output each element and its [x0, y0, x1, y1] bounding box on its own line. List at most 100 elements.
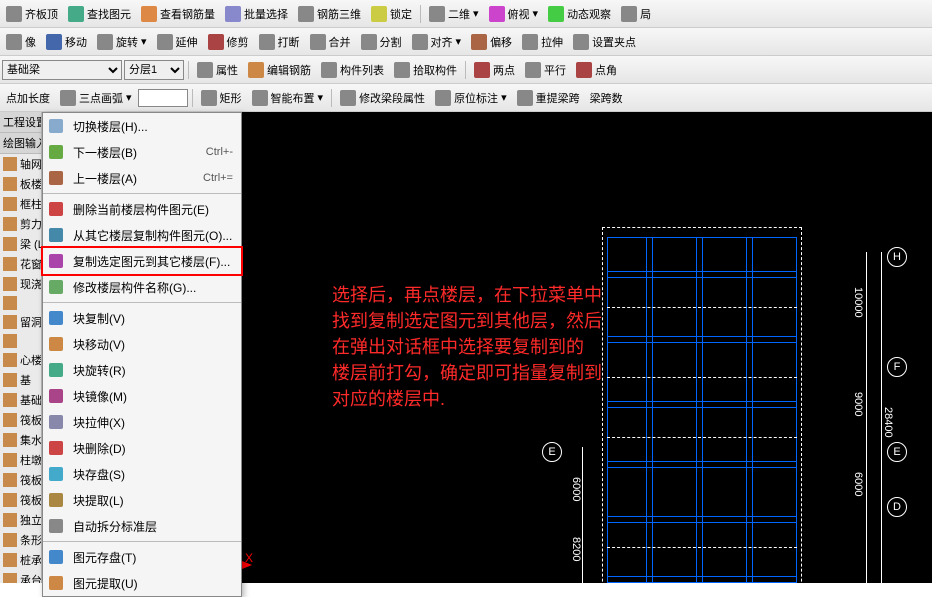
tb-extend[interactable]: 延伸 [153, 32, 202, 52]
tb-point-length[interactable]: 点加长度 [2, 88, 54, 108]
tb-rotate[interactable]: 旋转 ▾ [93, 32, 151, 52]
lp-item[interactable]: 剪力墙 [0, 214, 42, 234]
lp-item[interactable]: 基础梁 [0, 390, 42, 410]
menu-label: 块提取(L) [73, 492, 233, 509]
tb-stretch[interactable]: 拉伸 [518, 32, 567, 52]
menu-item[interactable]: 从其它楼层复制构件图元(O)... [43, 222, 241, 248]
menu-item[interactable]: 图元提取(U) [43, 570, 241, 596]
tb-align-top[interactable]: 齐板顶 [2, 4, 62, 24]
axis-f: F [887, 357, 907, 377]
menu-label: 块移动(V) [73, 336, 233, 353]
lp-item[interactable]: 板楼基 [0, 174, 42, 194]
lp-item[interactable] [0, 294, 42, 312]
tb-2d[interactable]: 二维 ▾ [425, 4, 483, 24]
menu-item[interactable]: 下一楼层(B)Ctrl+- [43, 139, 241, 165]
menu-item[interactable]: 块镜像(M) [43, 383, 241, 409]
layer-select[interactable]: 分层1 [124, 60, 184, 80]
menu-item[interactable]: 块提取(L) [43, 487, 241, 513]
tb-top-view[interactable]: 俯视 ▾ [485, 4, 543, 24]
tb-annotate[interactable]: 原位标注 ▾ [431, 88, 511, 108]
floor-plan: H F E D B A E A 10000 9000 6000 2100 420… [532, 227, 912, 583]
tb-component-list[interactable]: 构件列表 [317, 60, 388, 80]
tb-modify-beam[interactable]: 修改梁段属性 [336, 88, 429, 108]
floor-context-menu: 切换楼层(H)...下一楼层(B)Ctrl+-上一楼层(A)Ctrl+= 删除当前… [42, 112, 242, 597]
tb-rect[interactable]: 矩形 [197, 88, 246, 108]
up-floor-icon [47, 169, 65, 187]
menu-item[interactable]: 块存盘(S) [43, 461, 241, 487]
menu-item[interactable]: 复制选定图元到其它楼层(F)... [41, 246, 243, 276]
menu-item[interactable]: 图元存盘(T) [43, 544, 241, 570]
rename-icon [47, 278, 65, 296]
tb-find-element[interactable]: 查找图元 [64, 4, 135, 24]
lp-item[interactable]: 花窗板 [0, 254, 42, 274]
tb-break[interactable]: 打断 [255, 32, 304, 52]
tb-lock[interactable]: 锁定 [367, 4, 416, 24]
lp-item-label: 基 [20, 372, 31, 388]
menu-item[interactable]: 块删除(D) [43, 435, 241, 461]
tb-batch-select[interactable]: 批量选择 [221, 4, 292, 24]
lp-item-label: 轴网(J) [20, 156, 42, 172]
lp-item[interactable]: 集水坑 [0, 430, 42, 450]
axis-e-r: E [887, 442, 907, 462]
lp-item[interactable]: 框柱(Q) [0, 194, 42, 214]
menu-item[interactable]: 切换楼层(H)... [43, 113, 241, 139]
component-icon [3, 493, 17, 507]
local-icon [621, 6, 637, 22]
component-icon [3, 277, 17, 291]
menu-item[interactable]: 修改楼层构件名称(G)... [43, 274, 241, 300]
trim-icon [208, 34, 224, 50]
tb-orbit[interactable]: 动态观察 [544, 4, 615, 24]
tb-trim[interactable]: 修剪 [204, 32, 253, 52]
lp-item-label: 承台梁 ( [20, 572, 42, 583]
menu-item[interactable]: 块拉伸(X) [43, 409, 241, 435]
tb-smart[interactable]: 智能布置 ▾ [248, 88, 328, 108]
menu-item[interactable]: 块移动(V) [43, 331, 241, 357]
lp-item[interactable]: 梁 (L) [0, 234, 42, 254]
lp-item[interactable]: 独立基础(D) [0, 510, 42, 530]
lp-item[interactable]: 基 [0, 370, 42, 390]
lp-item[interactable]: 心楼盖 [0, 350, 42, 370]
tb-move[interactable]: 移动 [42, 32, 91, 52]
lp-item[interactable]: 筏板主筋(R) [0, 470, 42, 490]
tb-align[interactable]: 对齐 ▾ [408, 32, 466, 52]
menu-item[interactable]: 删除当前楼层构件图元(E) [43, 196, 241, 222]
lp-item-label: 筏板基 [20, 412, 42, 428]
lp-item[interactable]: 筏板负筋(X) [0, 490, 42, 510]
component-icon [3, 573, 17, 583]
menu-item[interactable]: 自动拆分标准层 [43, 513, 241, 539]
2d-icon [429, 6, 445, 22]
lp-item[interactable]: 筏板基 [0, 410, 42, 430]
tb-span-count[interactable]: 梁跨数 [586, 88, 627, 108]
tb-offset[interactable]: 偏移 [467, 32, 516, 52]
lp-item[interactable]: 现浇板 [0, 274, 42, 294]
lp-item[interactable]: 柱墩 ( [0, 450, 42, 470]
tb-point-angle[interactable]: 点角 [572, 60, 621, 80]
tb-respan[interactable]: 重提梁跨 [513, 88, 584, 108]
component-type-select[interactable]: 基础梁 [2, 60, 122, 80]
tb-merge[interactable]: 合并 [306, 32, 355, 52]
tb-view-rebar[interactable]: 查看钢筋量 [137, 4, 219, 24]
lp-item[interactable]: 条形基础(T) [0, 530, 42, 550]
tb-pick[interactable]: 拾取构件 [390, 60, 461, 80]
tb-mirror[interactable]: 像 [2, 32, 40, 52]
split-icon [361, 34, 377, 50]
tb-two-point[interactable]: 两点 [470, 60, 519, 80]
lp-item[interactable]: 留洞 [0, 312, 42, 332]
tb-arc[interactable]: 三点画弧 ▾ [56, 88, 136, 108]
lp-item[interactable]: 桩承台(V) [0, 550, 42, 570]
tb-local[interactable]: 局 [617, 4, 655, 24]
tb-edit-rebar[interactable]: 编辑钢筋 [244, 60, 315, 80]
tb-props[interactable]: 属性 [193, 60, 242, 80]
tb-parallel[interactable]: 平行 [521, 60, 570, 80]
lp-item[interactable]: 承台梁 ( [0, 570, 42, 583]
menu-item[interactable]: 块旋转(R) [43, 357, 241, 383]
menu-item[interactable]: 上一楼层(A)Ctrl+= [43, 165, 241, 191]
component-icon [3, 257, 17, 271]
lp-item[interactable]: 轴网(J) [0, 154, 42, 174]
tb-split[interactable]: 分割 [357, 32, 406, 52]
tb-grip[interactable]: 设置夹点 [569, 32, 640, 52]
menu-item[interactable]: 块复制(V) [43, 305, 241, 331]
arc-input[interactable] [138, 89, 188, 107]
tb-rebar-3d[interactable]: 钢筋三维 [294, 4, 365, 24]
lp-item[interactable] [0, 332, 42, 350]
